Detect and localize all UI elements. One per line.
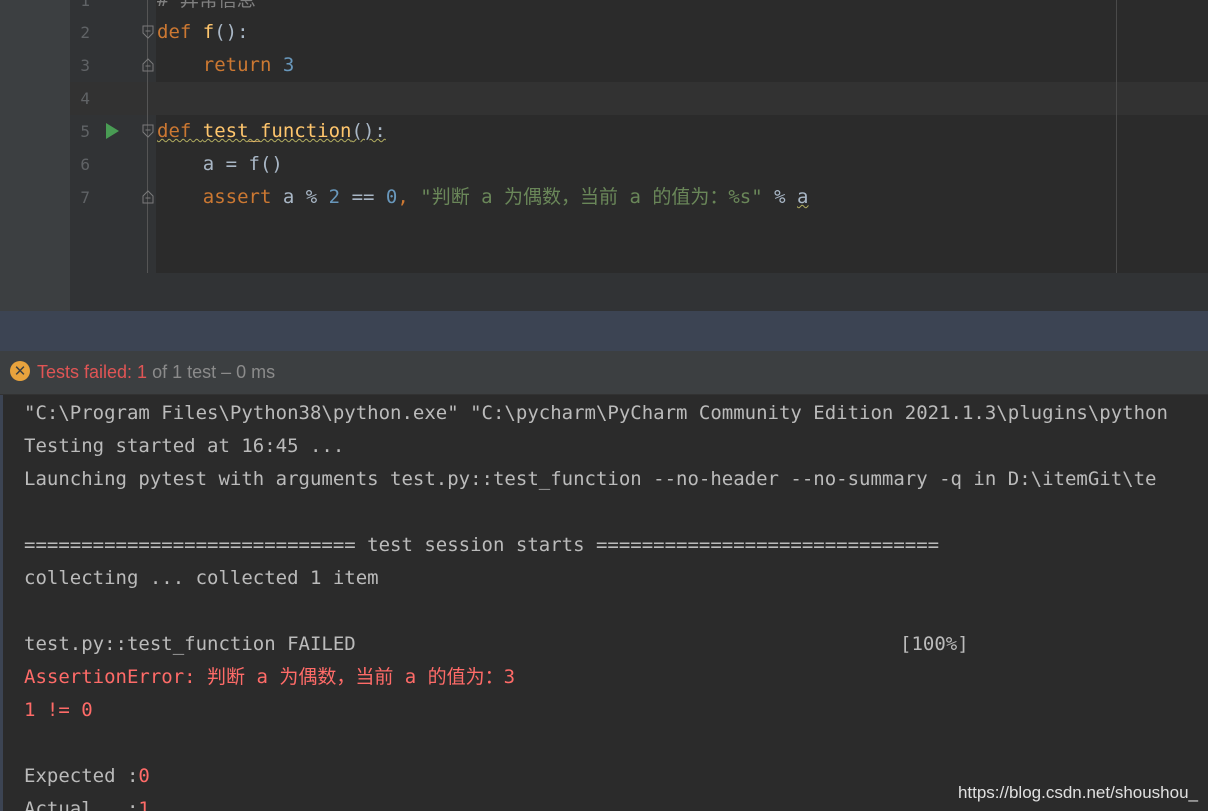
console-line: collecting ... collected 1 item bbox=[24, 567, 379, 589]
run-tool-window-header bbox=[0, 311, 1208, 351]
keyword-token: def bbox=[157, 21, 192, 43]
keyword-token: assert bbox=[202, 186, 272, 208]
console-error-line: AssertionError: 判断 a 为偶数，当前 a 的值为：3 bbox=[24, 666, 516, 688]
actual-value: 1 bbox=[138, 798, 150, 811]
string-token: "判断 a 为偶数，当前 a 的值为：%s" bbox=[420, 186, 763, 208]
expected-value: 0 bbox=[138, 765, 150, 787]
operator-token: == bbox=[351, 186, 375, 208]
run-test-icon[interactable] bbox=[106, 123, 119, 139]
comment-token: # 异常信息 bbox=[157, 0, 256, 11]
variable-token: a bbox=[282, 186, 295, 208]
console-expected-line: Expected :0 bbox=[24, 760, 150, 793]
line-number: 4 bbox=[80, 89, 90, 108]
code-line-7: assert a % 2 == 0, "判断 a 为偶数，当前 a 的值为：%s… bbox=[157, 181, 809, 214]
fold-open-icon[interactable] bbox=[142, 25, 154, 39]
operator-token: % bbox=[774, 186, 786, 208]
keyword-token: return bbox=[202, 54, 272, 76]
line-number: 7 bbox=[80, 188, 90, 207]
code-line-5: def test_function(): bbox=[157, 115, 386, 148]
fold-open-icon[interactable] bbox=[142, 124, 154, 138]
console-line: test.py::test_function FAILED bbox=[24, 633, 356, 655]
fold-end-icon[interactable] bbox=[142, 58, 154, 72]
line-number: 1 bbox=[80, 0, 90, 10]
punctuation-token: (): bbox=[351, 120, 386, 142]
number-token: 0 bbox=[385, 186, 398, 208]
watermark: https://blog.csdn.net/shoushou_ bbox=[957, 783, 1198, 802]
code-line-3: return 3 bbox=[157, 49, 295, 82]
code-token: a = f() bbox=[202, 153, 283, 175]
line-number: 6 bbox=[80, 155, 90, 174]
line-number: 2 bbox=[80, 23, 90, 42]
current-line-highlight bbox=[70, 82, 1208, 115]
code-line-6: a = f() bbox=[157, 148, 283, 181]
run-console[interactable]: "C:\Program Files\Python38\python.exe" "… bbox=[0, 395, 1208, 811]
line-number: 3 bbox=[80, 56, 90, 75]
fold-end-icon[interactable] bbox=[142, 190, 154, 204]
keyword-token: def bbox=[157, 120, 192, 142]
number-token: 2 bbox=[328, 186, 341, 208]
actual-text: Actual :1 bbox=[24, 798, 150, 811]
console-line: ============================= test sessi… bbox=[24, 534, 940, 556]
variable-token: a bbox=[797, 186, 809, 208]
test-status-text: Tests failed: 1 of 1 test – 0 ms bbox=[37, 360, 275, 384]
punctuation-token: (): bbox=[214, 21, 249, 43]
error-circle-icon: ✕ bbox=[10, 361, 30, 381]
code-line-2: def f(): bbox=[157, 16, 249, 49]
code-line-1: # 异常信息 bbox=[157, 0, 256, 17]
operator-token: % bbox=[305, 186, 318, 208]
tests-failed-label: Tests failed: 1 bbox=[37, 362, 148, 382]
project-tool-strip bbox=[0, 0, 70, 311]
console-edge bbox=[0, 395, 3, 811]
right-margin-guide bbox=[1116, 0, 1117, 273]
code-editor[interactable]: 1 2 3 4 5 6 7 # 异常信息 def f(): return 3 d… bbox=[0, 0, 1208, 311]
console-error-line: 1 != 0 bbox=[24, 699, 93, 721]
function-name-token: test_function bbox=[202, 120, 352, 142]
comma-token: , bbox=[397, 186, 409, 208]
progress-percent: [100%] bbox=[900, 633, 969, 655]
line-number: 5 bbox=[80, 122, 90, 141]
console-actual-line: Actual :1 bbox=[24, 793, 150, 811]
expected-text: Expected :0 bbox=[24, 765, 150, 787]
number-token: 3 bbox=[282, 54, 295, 76]
function-name-token: f bbox=[202, 21, 215, 43]
console-line: "C:\Program Files\Python38\python.exe" "… bbox=[24, 402, 1168, 424]
tests-summary-label: of 1 test – 0 ms bbox=[147, 362, 276, 382]
console-line: Testing started at 16:45 ... bbox=[24, 435, 345, 457]
console-line: Launching pytest with arguments test.py:… bbox=[24, 468, 1157, 490]
editor-bottom-area bbox=[70, 273, 1208, 311]
